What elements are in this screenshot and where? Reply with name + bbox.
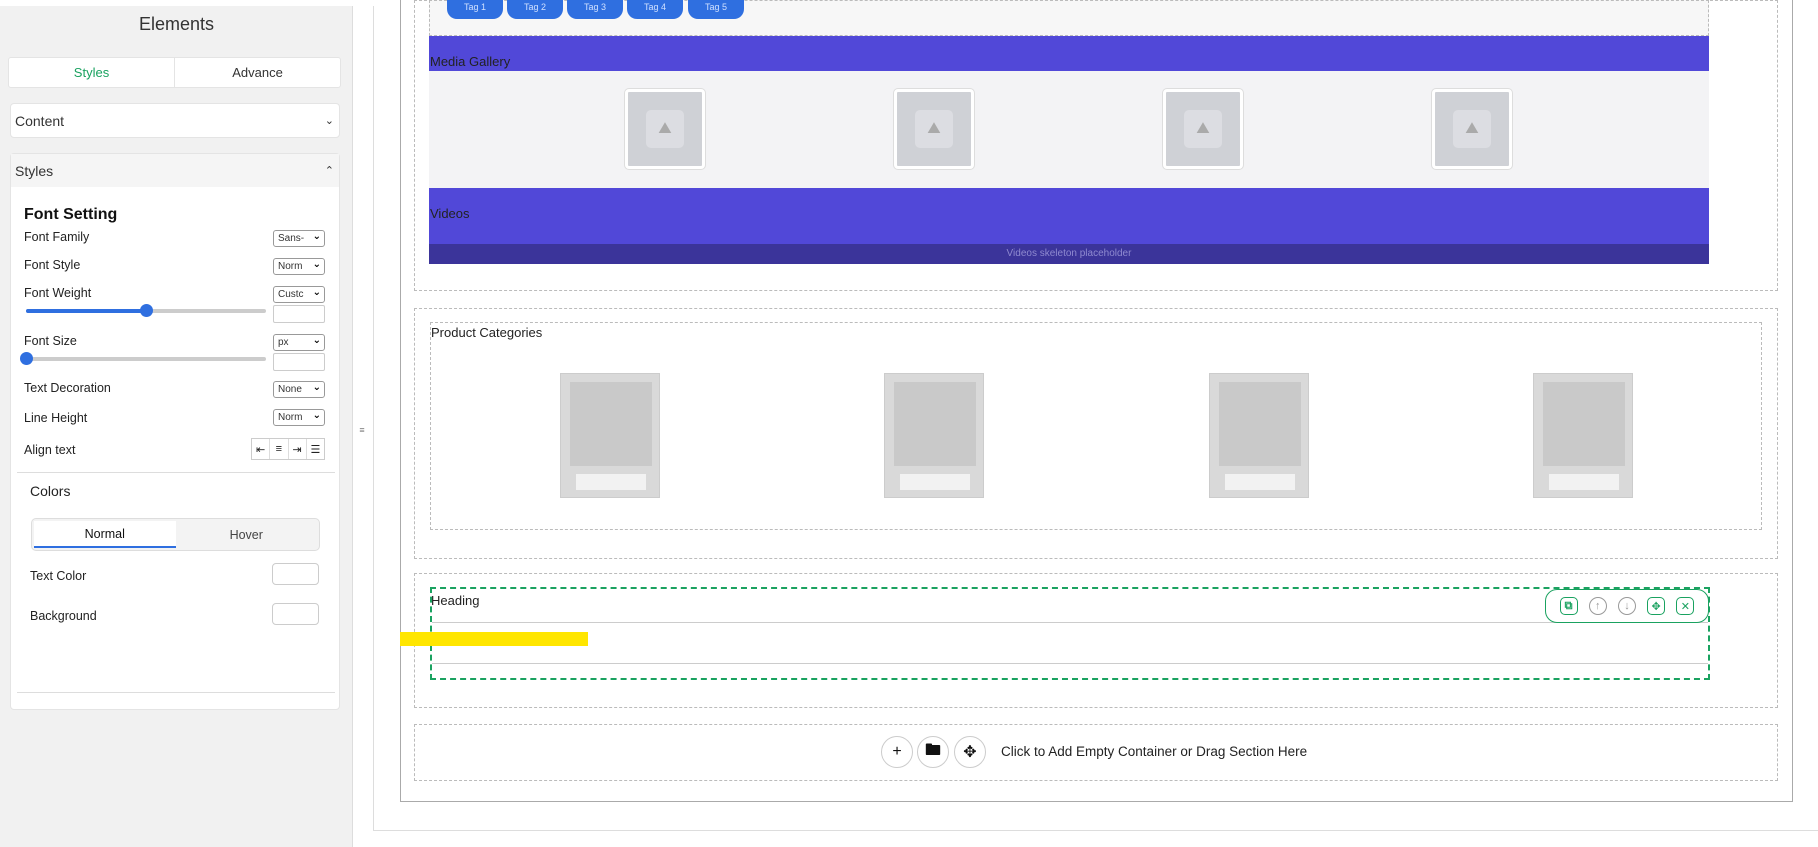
product-categories-label: Product Categories	[431, 325, 543, 340]
font-size-slider-handle[interactable]	[20, 352, 33, 365]
elements-sidebar: Elements Styles Advance Content ⌄ Styles…	[0, 6, 353, 847]
font-weight-slider-handle[interactable]	[140, 304, 153, 317]
sidebar-tabs: Styles Advance	[8, 57, 341, 88]
font-weight-input[interactable]	[273, 305, 325, 323]
chevron-down-icon: ⌄	[312, 382, 321, 393]
videos-placeholder: Videos skeleton placeholder	[429, 244, 1709, 264]
font-style-select[interactable]: Norm ⌄	[273, 258, 325, 275]
add-section-text: Click to Add Empty Container or Drag Sec…	[1001, 744, 1308, 759]
font-weight-label: Font Weight	[24, 286, 92, 300]
font-family-label: Font Family	[24, 230, 90, 244]
arrow-up-icon[interactable]: ↑	[1588, 597, 1607, 615]
align-text-label: Align text	[24, 443, 76, 457]
arrow-down-icon[interactable]: ↓	[1617, 597, 1636, 615]
align-right-icon[interactable]: ⇥	[287, 439, 306, 459]
image-icon: ⛰	[915, 110, 953, 148]
align-center-icon[interactable]: ≡	[269, 439, 287, 459]
image-icon: ⛰	[1184, 110, 1222, 148]
close-icon[interactable]: ✕	[1676, 597, 1695, 615]
background-color-picker[interactable]	[272, 603, 319, 625]
font-weight-select[interactable]: Custc ⌄	[273, 286, 325, 303]
chevron-down-icon: ⌄	[312, 410, 321, 421]
product-card-placeholder[interactable]	[884, 373, 984, 498]
text-color-picker[interactable]	[272, 563, 319, 585]
font-weight-slider-fill	[26, 309, 146, 313]
move-icon[interactable]: ✥	[1647, 597, 1666, 615]
product-card-placeholder[interactable]	[1209, 373, 1309, 498]
line-height-label: Line Height	[24, 411, 88, 425]
gallery-thumbnail[interactable]: ⛰	[625, 89, 705, 169]
chevron-down-icon: ⌄	[312, 287, 321, 298]
videos-label: Videos	[430, 206, 470, 221]
tab-advance[interactable]: Advance	[174, 58, 340, 87]
font-size-input[interactable]	[273, 353, 325, 371]
chevron-down-icon: ⌄	[312, 335, 321, 346]
font-weight-slider[interactable]	[26, 304, 266, 317]
tag-chip[interactable]: Tag 1	[447, 0, 503, 19]
resize-handle[interactable]: ≡	[358, 425, 366, 445]
chevron-up-icon[interactable]: ⌃	[325, 164, 334, 177]
gallery-thumbnail[interactable]: ⛰	[1432, 89, 1512, 169]
media-gallery-label: Media Gallery	[430, 54, 511, 69]
content-accordion-label: Content	[15, 112, 65, 129]
text-decoration-select[interactable]: None ⌄	[273, 381, 325, 398]
media-gallery-header	[429, 36, 1709, 71]
font-size-slider[interactable]	[20, 352, 266, 365]
tab-hover[interactable]: Hover	[176, 521, 318, 548]
gallery-thumbnail[interactable]: ⛰	[1163, 89, 1243, 169]
product-card-placeholder[interactable]	[1533, 373, 1633, 498]
styles-accordion: Styles ⌃ Font Setting Font Family Sans- ⌄…	[10, 153, 340, 710]
font-size-label: Font Size	[24, 334, 77, 348]
divider	[17, 472, 335, 473]
move-icon[interactable]: ✥	[954, 736, 986, 768]
gallery-thumbnail[interactable]: ⛰	[894, 89, 974, 169]
builder-canvas: Tag 1 Tag 2 Tag 3 Tag 4 Tag 5 Media Gall…	[373, 0, 1818, 847]
font-setting-title: Font Setting	[24, 206, 118, 223]
sidebar-title: Elements	[138, 14, 215, 34]
color-mode-toggle: Normal Hover	[31, 518, 320, 551]
tag-chip[interactable]: Tag 4	[627, 0, 683, 19]
text-decoration-label: Text Decoration	[24, 381, 111, 395]
heading-input[interactable]	[432, 622, 1708, 664]
highlight-bar	[400, 632, 588, 646]
styles-accordion-header[interactable]: Styles ⌃	[11, 154, 339, 187]
font-size-unit-select[interactable]: px ⌄	[273, 334, 325, 351]
folder-icon[interactable]: 🖿	[917, 736, 949, 768]
tag-chip[interactable]: Tag 5	[688, 0, 744, 19]
tag-chip[interactable]: Tag 2	[507, 0, 563, 19]
videos-header	[429, 188, 1709, 244]
line-height-select[interactable]: Norm ⌄	[273, 409, 325, 426]
chevron-down-icon: ⌄	[312, 259, 321, 270]
chevron-down-icon: ⌄	[312, 231, 321, 242]
colors-title: Colors	[30, 483, 71, 499]
tab-normal[interactable]: Normal	[34, 521, 176, 548]
background-label: Background	[30, 609, 97, 623]
align-justify-icon[interactable]: ☰	[305, 439, 324, 459]
divider	[17, 692, 335, 693]
media-gallery-area[interactable]	[429, 71, 1709, 188]
tag-chip[interactable]: Tag 3	[567, 0, 623, 19]
product-card-placeholder[interactable]	[560, 373, 660, 498]
duplicate-icon[interactable]: ⧉	[1559, 597, 1578, 615]
tab-styles[interactable]: Styles	[9, 58, 174, 87]
font-family-select[interactable]: Sans- ⌄	[273, 230, 325, 247]
image-icon: ⛰	[646, 110, 684, 148]
content-accordion[interactable]: Content ⌄	[10, 103, 340, 138]
font-style-label: Font Style	[24, 258, 81, 272]
plus-icon[interactable]: +	[881, 736, 913, 768]
styles-accordion-label: Styles	[15, 162, 54, 179]
image-icon: ⛰	[1453, 110, 1491, 148]
align-text-group: ⇤ ≡ ⇥ ☰	[251, 438, 325, 460]
text-color-label: Text Color	[30, 569, 87, 583]
chevron-down-icon: ⌄	[324, 115, 334, 127]
align-left-icon[interactable]: ⇤	[252, 439, 269, 459]
element-toolbar: ⧉ ↑ ↓ ✥ ✕	[1545, 589, 1709, 623]
